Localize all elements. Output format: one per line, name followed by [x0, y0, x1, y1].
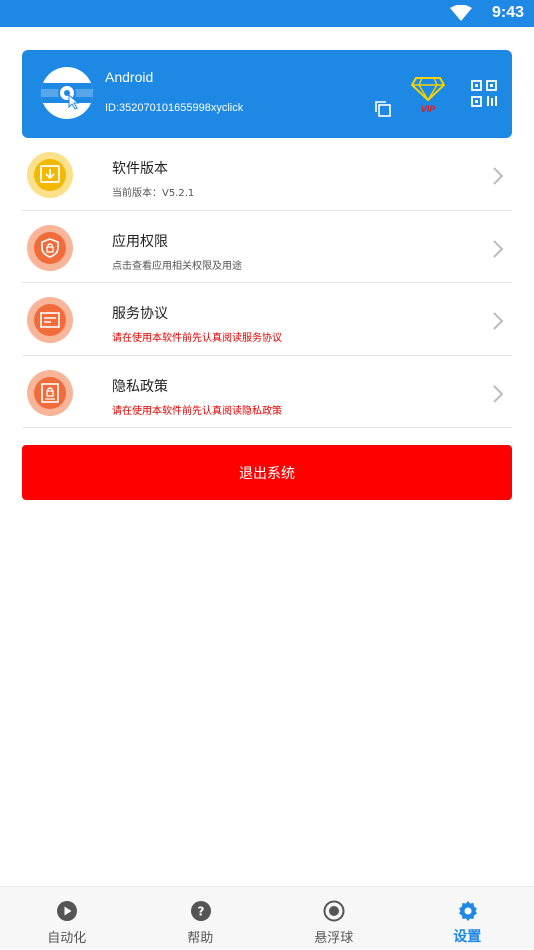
- menu-item-subtitle: 点击查看应用相关权限及用途: [112, 257, 242, 272]
- menu-item-version[interactable]: 软件版本 当前版本：V5.2.1: [22, 138, 512, 211]
- svg-text:?: ?: [197, 905, 204, 919]
- menu-item-title: 软件版本: [112, 158, 168, 178]
- menu-item-subtitle: 请在使用本软件前先认真阅读隐私政策: [112, 402, 282, 417]
- download-icon: [39, 164, 61, 186]
- chevron-right-icon: [492, 384, 504, 404]
- menu-item-permissions[interactable]: 应用权限 点击查看应用相关权限及用途: [22, 211, 512, 284]
- privacy-icon-badge: [27, 370, 73, 416]
- tab-label: 设置: [401, 926, 534, 946]
- device-id: ID:352070101655998xyclick: [105, 102, 243, 114]
- chevron-right-icon: [492, 166, 504, 186]
- profile-name: Android: [105, 69, 153, 85]
- menu-item-title: 隐私政策: [112, 376, 168, 396]
- tab-label: 帮助: [134, 927, 268, 946]
- tab-label: 自动化: [0, 927, 134, 946]
- tab-automation[interactable]: 自动化: [0, 887, 134, 950]
- status-bar: 9:43: [0, 0, 534, 27]
- menu-item-subtitle: 当前版本：V5.2.1: [112, 184, 194, 199]
- version-icon-badge: [27, 152, 73, 198]
- terms-icon-badge: [27, 297, 73, 343]
- chevron-right-icon: [492, 239, 504, 259]
- menu-item-title: 服务协议: [112, 303, 168, 323]
- bottom-tab-bar: 自动化 ? 帮助 悬浮球 设置: [0, 886, 534, 949]
- status-time: 9:43: [492, 4, 524, 22]
- radio-icon: [323, 900, 345, 922]
- tab-floating-ball[interactable]: 悬浮球: [267, 887, 401, 950]
- qr-code-icon[interactable]: [471, 80, 497, 108]
- menu-item-terms[interactable]: 服务协议 请在使用本软件前先认真阅读服务协议: [22, 283, 512, 356]
- tab-help[interactable]: ? 帮助: [134, 887, 268, 950]
- permissions-icon-badge: [27, 225, 73, 271]
- copy-icon[interactable]: [374, 100, 392, 118]
- vip-diamond-icon[interactable]: VIP: [411, 74, 445, 114]
- settings-menu: 软件版本 当前版本：V5.2.1 应用权限 点击查看应用相关权限及用途: [22, 138, 512, 428]
- wifi-icon: [450, 5, 472, 21]
- tab-settings[interactable]: 设置: [401, 887, 534, 950]
- avatar: [41, 67, 93, 119]
- lock-document-icon: [39, 382, 61, 404]
- document-icon: [39, 309, 61, 331]
- play-icon: [56, 900, 78, 922]
- menu-item-privacy[interactable]: 隐私政策 请在使用本软件前先认真阅读隐私政策: [22, 356, 512, 429]
- menu-item-title: 应用权限: [112, 231, 168, 251]
- tab-label: 悬浮球: [267, 927, 401, 946]
- menu-item-subtitle: 请在使用本软件前先认真阅读服务协议: [112, 329, 282, 344]
- vip-label: VIP: [421, 104, 437, 114]
- gear-icon: [457, 900, 479, 922]
- profile-card[interactable]: Android ID:352070101655998xyclick VIP: [22, 50, 512, 138]
- shield-lock-icon: [39, 237, 61, 259]
- logout-button[interactable]: 退出系统: [22, 445, 512, 500]
- chevron-right-icon: [492, 311, 504, 331]
- help-icon: ?: [190, 900, 212, 922]
